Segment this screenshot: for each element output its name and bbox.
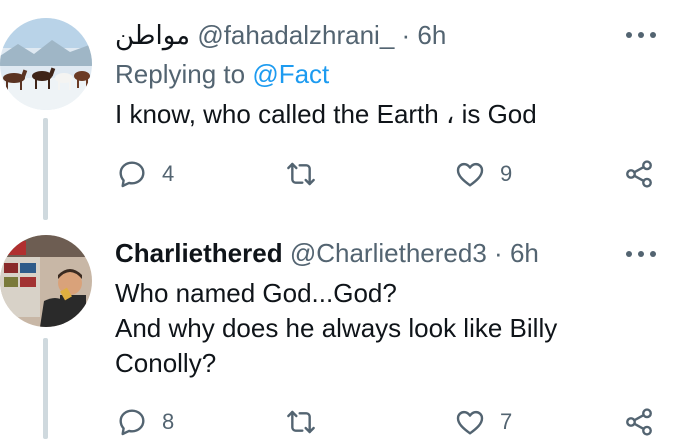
tweet-header: مواطن @fahadalzhrani_ · 6h bbox=[115, 17, 446, 53]
tweet-text-line: Conolly? bbox=[115, 348, 217, 378]
avatar-person-image bbox=[0, 235, 92, 327]
like-button[interactable]: 9 bbox=[454, 154, 512, 194]
tweet[interactable]: Charliethered @Charliethered3 · 6h Who n… bbox=[0, 220, 684, 439]
tweet-text: I know, who called the Earth ، is God bbox=[115, 97, 537, 132]
user-handle[interactable]: @fahadalzhrani_ bbox=[197, 20, 394, 50]
reply-button[interactable]: 4 bbox=[116, 154, 174, 194]
like-count: 9 bbox=[500, 161, 513, 186]
tweet-text-line: I know, who called the Earth ، is God bbox=[115, 99, 537, 129]
user-handle[interactable]: @Charliethered3 bbox=[290, 238, 487, 268]
tweet-text: Who named God...God? And why does he alw… bbox=[115, 276, 557, 381]
tweet-text-line: Who named God...God? bbox=[115, 278, 397, 308]
more-options-icon[interactable] bbox=[624, 244, 658, 264]
display-name[interactable]: مواطن bbox=[115, 20, 190, 50]
retweet-button[interactable] bbox=[285, 402, 317, 439]
reply-icon bbox=[119, 161, 145, 188]
tweet[interactable]: مواطن @fahadalzhrani_ · 6h Replying to @… bbox=[0, 0, 684, 220]
retweet-icon bbox=[287, 162, 315, 186]
tweet-text-line: And why does he always look like Billy bbox=[115, 313, 558, 343]
timestamp[interactable]: 6h bbox=[417, 20, 446, 50]
avatar[interactable] bbox=[0, 18, 92, 110]
timestamp[interactable]: 6h bbox=[510, 238, 539, 268]
retweet-icon bbox=[287, 410, 315, 434]
reply-count: 4 bbox=[162, 161, 175, 186]
share-button[interactable] bbox=[623, 402, 655, 439]
replying-to: Replying to @Fact bbox=[115, 56, 329, 92]
heart-icon bbox=[456, 162, 484, 187]
reply-button[interactable]: 8 bbox=[116, 402, 174, 439]
separator-dot: · bbox=[401, 20, 411, 50]
avatar-horses-image bbox=[0, 18, 92, 110]
more-options-icon[interactable] bbox=[624, 25, 658, 45]
replying-to-label: Replying to bbox=[115, 59, 253, 89]
tweet-header: Charliethered @Charliethered3 · 6h bbox=[115, 235, 539, 271]
replying-to-mention[interactable]: @Fact bbox=[252, 59, 329, 89]
heart-icon bbox=[456, 410, 484, 435]
share-button[interactable] bbox=[623, 154, 655, 194]
reply-count: 8 bbox=[162, 409, 175, 434]
avatar[interactable] bbox=[0, 235, 92, 327]
like-count: 7 bbox=[500, 409, 513, 434]
tweet-actions: 8 7 bbox=[0, 402, 684, 439]
like-button[interactable]: 7 bbox=[454, 402, 512, 439]
display-name[interactable]: Charliethered bbox=[115, 238, 283, 268]
tweet-actions: 4 9 bbox=[0, 154, 684, 194]
retweet-button[interactable] bbox=[285, 154, 317, 194]
reply-icon bbox=[119, 409, 145, 436]
share-icon bbox=[626, 160, 652, 188]
share-icon bbox=[626, 408, 652, 436]
separator-dot: · bbox=[494, 238, 503, 268]
